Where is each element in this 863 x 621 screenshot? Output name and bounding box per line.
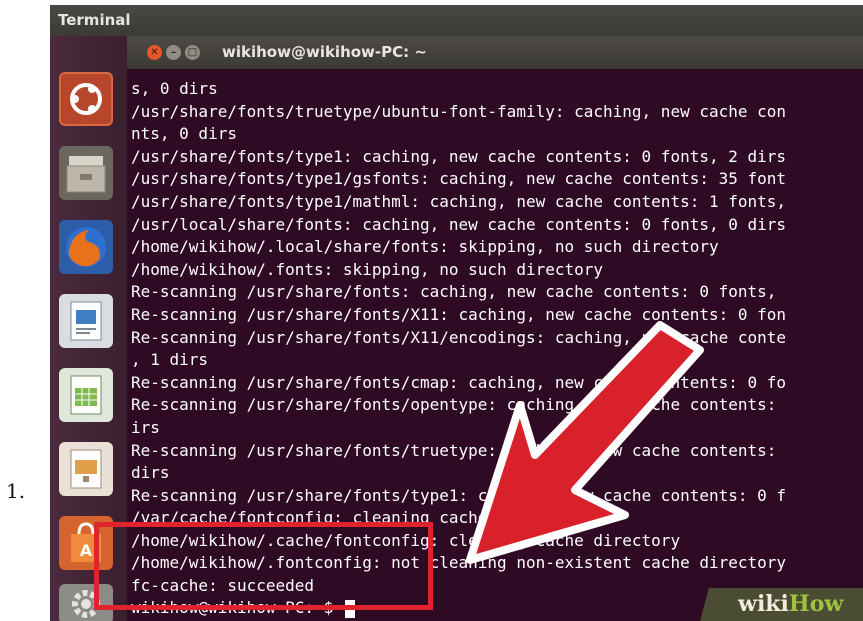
terminal-line: /usr/share/fonts/type1/mathml: caching, … bbox=[131, 191, 787, 211]
highlight-box bbox=[94, 522, 433, 610]
close-button[interactable]: ✕ bbox=[147, 45, 162, 60]
top-panel-app-name: Terminal bbox=[58, 11, 131, 29]
launcher-item-ubuntu-dash[interactable] bbox=[59, 72, 113, 126]
watermark-suffix: How bbox=[788, 591, 844, 617]
terminal-lines: s, 0 dirs/usr/share/fonts/truetype/ubunt… bbox=[131, 78, 786, 598]
terminal-line: Re-scanning /usr/share/fonts/X11/encodin… bbox=[131, 327, 787, 347]
launcher-item-firefox[interactable] bbox=[59, 220, 113, 274]
list-marker: 1. bbox=[6, 479, 26, 503]
terminal-line: /usr/share/fonts/type1: caching, new cac… bbox=[131, 146, 787, 166]
terminal-line: /usr/local/share/fonts: caching, new cac… bbox=[131, 214, 787, 234]
watermark-logo: wikiHow bbox=[738, 591, 843, 617]
minimize-button[interactable]: – bbox=[166, 45, 181, 60]
terminal-line: Re-scanning /usr/share/fonts/cmap: cachi… bbox=[131, 372, 787, 392]
terminal-line: Re-scanning /usr/share/fonts/truetype: c… bbox=[131, 440, 777, 460]
launcher-item-impress[interactable] bbox=[59, 442, 113, 496]
launcher-item-writer[interactable] bbox=[59, 294, 113, 348]
window-controls: ✕ – □ bbox=[147, 45, 200, 60]
terminal-line: Re-scanning /usr/share/fonts/type1: cach… bbox=[131, 485, 787, 505]
terminal-line: nts, 0 dirs bbox=[131, 124, 237, 144]
launcher-item-calc[interactable] bbox=[59, 368, 113, 422]
terminal-titlebar[interactable]: ✕ – □ wikihow@wikihow-PC: ~ bbox=[127, 36, 863, 69]
terminal-line: /home/wikihow/.local/share/fonts: skippi… bbox=[131, 237, 719, 257]
writer-document-icon bbox=[70, 301, 102, 341]
terminal-line: dirs bbox=[131, 463, 170, 483]
top-panel: Terminal bbox=[50, 5, 863, 36]
terminal-line: /home/wikihow/.fonts: skipping, no such … bbox=[131, 259, 604, 279]
impress-presentation-icon bbox=[70, 449, 102, 489]
terminal-line: , 1 dirs bbox=[131, 350, 209, 370]
window-title: wikihow@wikihow-PC: ~ bbox=[222, 43, 427, 61]
calc-spreadsheet-icon bbox=[70, 375, 102, 415]
terminal-line: Re-scanning /usr/share/fonts/X11: cachin… bbox=[131, 304, 787, 324]
firefox-icon bbox=[66, 227, 106, 267]
ubuntu-logo-icon bbox=[70, 83, 102, 115]
terminal-line: irs bbox=[131, 417, 160, 437]
file-cabinet-icon bbox=[66, 156, 106, 193]
svg-text:A: A bbox=[80, 541, 93, 560]
terminal-line: Re-scanning /usr/share/fonts: caching, n… bbox=[131, 282, 777, 302]
launcher-item-files[interactable] bbox=[59, 146, 113, 200]
maximize-button[interactable]: □ bbox=[185, 45, 200, 60]
terminal-line: /usr/share/fonts/type1/gsfonts: caching,… bbox=[131, 169, 787, 189]
watermark-prefix: wiki bbox=[738, 591, 789, 617]
terminal-line: /usr/share/fonts/truetype/ubuntu-font-fa… bbox=[131, 101, 787, 121]
terminal-line: s, 0 dirs bbox=[131, 79, 218, 98]
terminal-line: Re-scanning /usr/share/fonts/opentype: c… bbox=[131, 395, 777, 415]
